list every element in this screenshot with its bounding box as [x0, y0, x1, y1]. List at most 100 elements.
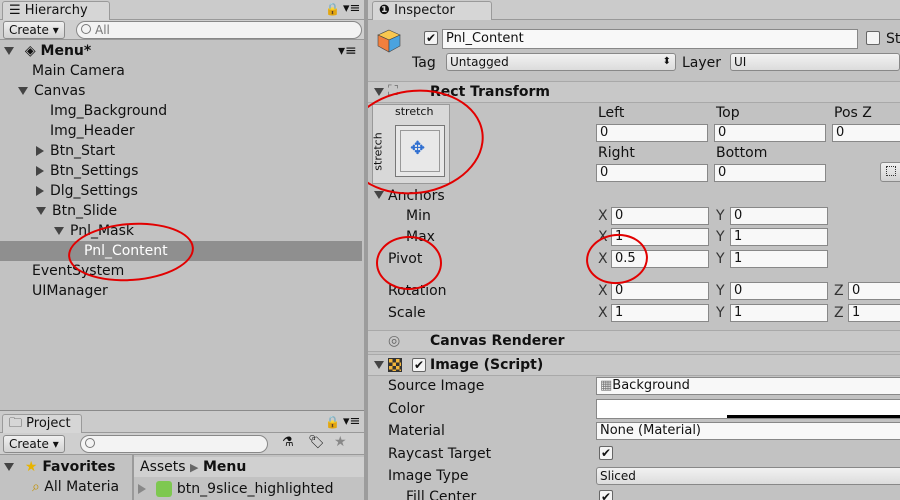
breadcrumb: Assets ▶ Menu — [134, 457, 364, 477]
raycast-target-label: Raycast Target — [388, 446, 492, 462]
scene-menu-icon[interactable]: ▾≡ — [338, 41, 357, 61]
search-icon — [85, 438, 95, 448]
posz-label: Pos Z — [834, 105, 872, 121]
left-input[interactable]: 0 — [596, 124, 708, 142]
lock-icon[interactable]: 🔒 — [325, 2, 340, 16]
color-swatch[interactable] — [596, 399, 900, 419]
material-field[interactable]: None (Material) — [596, 422, 900, 440]
chevron-down-icon[interactable] — [18, 87, 28, 95]
list-item[interactable]: Main Camera — [0, 61, 362, 81]
top-input[interactable]: 0 — [714, 124, 826, 142]
list-item[interactable]: ⌕ All Materia — [32, 477, 132, 497]
panel-menu-icon[interactable]: ▾≡ — [343, 414, 360, 429]
filter-type-icon[interactable]: ⚗ — [282, 435, 294, 450]
project-toolbar: Create ▾ ⚗ 🏷 ★ — [0, 433, 364, 455]
object-name-input[interactable]: Pnl_Content — [442, 29, 858, 49]
scene-header[interactable]: ◈ Menu* ▾≡ — [0, 41, 362, 61]
list-item[interactable]: UIManager — [0, 281, 362, 301]
bottom-value: 0 — [718, 165, 727, 180]
panel-menu-icon[interactable]: ▾≡ — [343, 1, 360, 16]
list-item[interactable]: Img_Background — [0, 101, 362, 121]
source-image-field[interactable]: ▦Background — [596, 377, 900, 395]
layer-dropdown[interactable]: UI — [730, 53, 900, 71]
chevron-down-icon[interactable] — [36, 207, 46, 215]
component-title: Image (Script) — [430, 357, 544, 373]
lock-icon[interactable]: 🔒 — [325, 415, 340, 429]
image-type-dropdown[interactable]: Sliced — [596, 467, 900, 485]
search-input[interactable]: All — [76, 21, 362, 39]
create-button[interactable]: Create ▾ — [3, 435, 65, 453]
favorites-row[interactable]: ★ Favorites — [0, 457, 132, 477]
posz-value: 0 — [836, 125, 845, 140]
rot-x-input[interactable]: 0 — [611, 282, 709, 300]
list-item[interactable]: btn_9slice_highlighted — [138, 479, 364, 499]
max-y-input[interactable]: 1 — [730, 228, 828, 246]
right-input[interactable]: 0 — [596, 164, 708, 182]
image-enabled-checkbox[interactable]: ✔ — [412, 358, 426, 372]
canvas-renderer-header[interactable]: ◎ Canvas Renderer — [368, 330, 900, 352]
list-item[interactable]: Canvas — [0, 81, 362, 101]
blueprint-mode-button[interactable] — [880, 162, 900, 182]
chevron-down-icon[interactable] — [374, 361, 384, 369]
rot-z-input[interactable]: 0 — [848, 282, 900, 300]
min-label: Min — [406, 208, 431, 224]
chevron-right-icon[interactable] — [138, 484, 146, 494]
z-axis-label: Z — [834, 283, 844, 299]
hierarchy-toolbar: Create ▾ All — [0, 20, 364, 40]
pivot-y-input[interactable]: 1 — [730, 250, 828, 268]
left-value: 0 — [600, 125, 609, 140]
chevron-right-icon[interactable] — [36, 166, 44, 176]
tab-inspector[interactable]: ❶ Inspector — [372, 1, 492, 20]
chevron-down-icon[interactable] — [374, 88, 384, 96]
item-label: Canvas — [34, 83, 86, 99]
create-button[interactable]: Create ▾ — [3, 21, 65, 39]
tab-project[interactable]: 🗀 Project — [2, 414, 82, 433]
search-icon: ⌕ — [32, 479, 40, 495]
chevron-down-icon[interactable] — [374, 190, 384, 199]
active-checkbox[interactable]: ✔ — [424, 31, 438, 45]
rot-y-value: 0 — [734, 283, 743, 298]
favorites-star-icon: ★ — [24, 459, 38, 475]
image-script-header[interactable]: ✔ Image (Script) — [368, 354, 900, 376]
inspector-panel: ❶ Inspector ✔ Pnl_Content St Tag Untagge… — [368, 0, 900, 500]
list-item[interactable]: Btn_Start — [0, 141, 362, 161]
chevron-down-icon[interactable] — [4, 463, 14, 471]
breadcrumb-root[interactable]: Assets — [140, 459, 186, 475]
bottom-input[interactable]: 0 — [714, 164, 826, 182]
scale-z-input[interactable]: 1 — [848, 304, 900, 322]
chevron-down-icon[interactable] — [54, 227, 64, 235]
min-x-input[interactable]: 0 — [611, 207, 709, 225]
fill-center-checkbox[interactable]: ✔ — [599, 490, 613, 500]
scale-x-input[interactable]: 1 — [611, 304, 709, 322]
x-axis-label: X — [598, 305, 608, 321]
project-panel: 🗀 Project 🔒 ▾≡ Create ▾ ⚗ 🏷 ★ ★ Favorite… — [0, 410, 364, 500]
tag-dropdown[interactable]: Untagged ⬍ — [446, 53, 676, 71]
image-component-icon — [388, 358, 402, 372]
scale-y-input[interactable]: 1 — [730, 304, 828, 322]
breadcrumb-current[interactable]: Menu — [203, 459, 246, 475]
material-label: Material — [388, 423, 445, 439]
chevron-right-icon[interactable] — [36, 146, 44, 156]
chevron-down-icon[interactable] — [4, 47, 14, 55]
inspector-tab-label: Inspector — [394, 3, 455, 18]
chevron-right-icon[interactable] — [36, 186, 44, 196]
create-label: Create — [9, 23, 49, 37]
y-axis-label: Y — [716, 229, 725, 245]
tab-hierarchy[interactable]: ☰ Hierarchy — [2, 1, 110, 20]
list-item[interactable]: Btn_Settings — [0, 161, 362, 181]
star-icon[interactable]: ★ — [334, 434, 347, 450]
item-label: Img_Background — [50, 103, 168, 119]
rot-y-input[interactable]: 0 — [730, 282, 828, 300]
list-item[interactable]: Btn_Slide — [0, 201, 362, 221]
tag-icon[interactable]: 🏷 — [308, 435, 325, 450]
min-y-input[interactable]: 0 — [730, 207, 828, 225]
static-checkbox[interactable] — [866, 31, 880, 45]
max-y-value: 1 — [734, 229, 743, 244]
posz-input[interactable]: 0 — [832, 124, 900, 142]
raycast-target-checkbox[interactable]: ✔ — [599, 446, 613, 460]
list-item[interactable]: Dlg_Settings — [0, 181, 362, 201]
canvas-renderer-icon: ◎ — [388, 333, 401, 349]
project-search-input[interactable] — [80, 435, 268, 453]
list-item[interactable]: Img_Header — [0, 121, 362, 141]
item-label: Main Camera — [32, 63, 125, 79]
